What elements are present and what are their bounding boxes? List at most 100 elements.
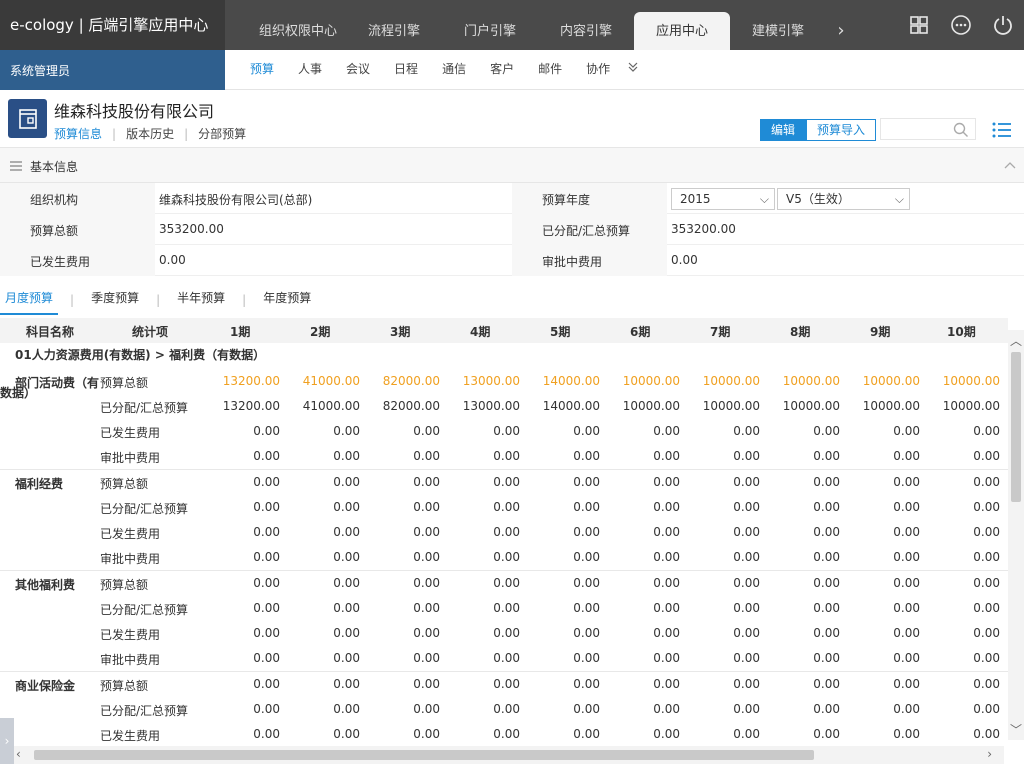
cell-value[interactable]: 0.00 [200, 677, 280, 691]
cell-value[interactable]: 0.00 [280, 677, 360, 691]
cell-value[interactable]: 0.00 [760, 576, 840, 590]
cell-value[interactable]: 0.00 [600, 651, 680, 665]
cell-value[interactable]: 0.00 [760, 550, 840, 564]
cell-value[interactable]: 0.00 [600, 424, 680, 438]
cell-value[interactable]: 0.00 [760, 449, 840, 463]
list-menu-icon[interactable] [992, 122, 1012, 141]
cell-value[interactable]: 0.00 [200, 702, 280, 716]
cell-value[interactable]: 0.00 [280, 576, 360, 590]
cell-value[interactable]: 41000.00 [280, 399, 360, 413]
cell-value[interactable]: 0.00 [360, 525, 440, 539]
cell-value[interactable]: 0.00 [680, 500, 760, 514]
cell-value[interactable]: 0.00 [840, 677, 920, 691]
cell-value[interactable]: 82000.00 [360, 399, 440, 413]
cell-value[interactable]: 0.00 [600, 702, 680, 716]
cell-value[interactable]: 10000.00 [760, 374, 840, 388]
search-input[interactable] [880, 118, 976, 140]
cell-value[interactable]: 0.00 [360, 500, 440, 514]
cell-value[interactable]: 0.00 [280, 525, 360, 539]
cell-value[interactable]: 0.00 [360, 475, 440, 489]
cell-value[interactable]: 0.00 [440, 449, 520, 463]
cell-value[interactable]: 0.00 [920, 576, 1000, 590]
cell-value[interactable]: 0.00 [600, 550, 680, 564]
scroll-thumb[interactable] [1011, 352, 1021, 502]
cell-value[interactable]: 0.00 [200, 576, 280, 590]
cell-value[interactable]: 0.00 [280, 449, 360, 463]
cell-value[interactable]: 0.00 [680, 550, 760, 564]
cell-value[interactable]: 0.00 [280, 601, 360, 615]
cell-value[interactable]: 0.00 [440, 576, 520, 590]
tab-half-year-budget[interactable]: 半年预算 [172, 285, 230, 315]
cell-value[interactable]: 0.00 [440, 626, 520, 640]
cell-value[interactable]: 0.00 [920, 550, 1000, 564]
cell-value[interactable]: 0.00 [520, 475, 600, 489]
horizontal-scrollbar[interactable]: ‹ › [14, 746, 1004, 764]
cell-value[interactable]: 14000.00 [520, 399, 600, 413]
cell-value[interactable]: 0.00 [680, 601, 760, 615]
more-options-icon[interactable] [948, 12, 974, 38]
cell-value[interactable]: 0.00 [680, 727, 760, 741]
vertical-scrollbar[interactable]: ︿ ﹀ [1008, 330, 1024, 740]
chevron-double-down-icon[interactable] [622, 50, 644, 90]
collapse-icon[interactable] [1004, 158, 1016, 172]
cell-value[interactable]: 0.00 [600, 727, 680, 741]
cell-value[interactable]: 0.00 [520, 500, 600, 514]
cell-value[interactable]: 0.00 [840, 576, 920, 590]
cell-value[interactable]: 0.00 [760, 475, 840, 489]
cell-value[interactable]: 0.00 [360, 626, 440, 640]
cell-value[interactable]: 0.00 [200, 651, 280, 665]
cell-value[interactable]: 0.00 [280, 651, 360, 665]
cell-value[interactable]: 0.00 [600, 500, 680, 514]
cell-value[interactable]: 0.00 [760, 601, 840, 615]
cell-value[interactable]: 0.00 [920, 500, 1000, 514]
cell-value[interactable]: 0.00 [280, 475, 360, 489]
cell-value[interactable]: 0.00 [200, 601, 280, 615]
chevron-left-icon[interactable]: ‹ [16, 747, 21, 761]
cell-value[interactable]: 0.00 [680, 576, 760, 590]
cell-value[interactable]: 13200.00 [200, 374, 280, 388]
cell-value[interactable]: 0.00 [680, 677, 760, 691]
cell-value[interactable]: 0.00 [920, 475, 1000, 489]
chevron-right-icon[interactable]: › [987, 747, 992, 761]
cell-value[interactable]: 10000.00 [920, 374, 1000, 388]
edit-button[interactable]: 编辑 [759, 119, 806, 141]
cell-value[interactable]: 0.00 [680, 525, 760, 539]
cell-value[interactable]: 0.00 [520, 677, 600, 691]
cell-value[interactable]: 0.00 [680, 449, 760, 463]
cell-value[interactable]: 0.00 [520, 525, 600, 539]
version-select[interactable]: V5（生效） ⌵ [777, 188, 910, 210]
tab-quarterly-budget[interactable]: 季度预算 [86, 285, 144, 315]
cell-value[interactable]: 0.00 [440, 500, 520, 514]
cell-value[interactable]: 10000.00 [600, 374, 680, 388]
cell-value[interactable]: 0.00 [760, 525, 840, 539]
cell-value[interactable]: 0.00 [280, 424, 360, 438]
cell-value[interactable]: 0.00 [920, 702, 1000, 716]
chevron-right-icon[interactable]: › [826, 0, 856, 50]
cell-value[interactable]: 14000.00 [520, 374, 600, 388]
cell-value[interactable]: 0.00 [600, 525, 680, 539]
cell-value[interactable]: 0.00 [440, 601, 520, 615]
cell-value[interactable]: 82000.00 [360, 374, 440, 388]
cell-value[interactable]: 0.00 [920, 525, 1000, 539]
year-select[interactable]: 2015 ⌵ [671, 188, 775, 210]
chevron-up-icon[interactable]: ︿ [1010, 332, 1022, 349]
cell-value[interactable]: 0.00 [600, 576, 680, 590]
subnav-collaboration[interactable]: 协作 [574, 50, 622, 90]
cell-value[interactable]: 0.00 [440, 677, 520, 691]
cell-value[interactable]: 0.00 [920, 424, 1000, 438]
search-icon[interactable] [953, 122, 969, 141]
cell-value[interactable]: 0.00 [920, 601, 1000, 615]
cell-value[interactable]: 0.00 [600, 626, 680, 640]
power-icon[interactable] [990, 12, 1016, 38]
cell-value[interactable]: 0.00 [520, 601, 600, 615]
cell-value[interactable]: 0.00 [200, 500, 280, 514]
cell-value[interactable]: 0.00 [280, 702, 360, 716]
cell-value[interactable]: 0.00 [760, 727, 840, 741]
cell-value[interactable]: 0.00 [920, 626, 1000, 640]
cell-value[interactable]: 10000.00 [680, 374, 760, 388]
grid-icon[interactable] [906, 12, 932, 38]
cell-value[interactable]: 0.00 [520, 702, 600, 716]
cell-value[interactable]: 0.00 [440, 702, 520, 716]
tab-annual-budget[interactable]: 年度预算 [258, 285, 316, 315]
cell-value[interactable]: 13000.00 [440, 399, 520, 413]
